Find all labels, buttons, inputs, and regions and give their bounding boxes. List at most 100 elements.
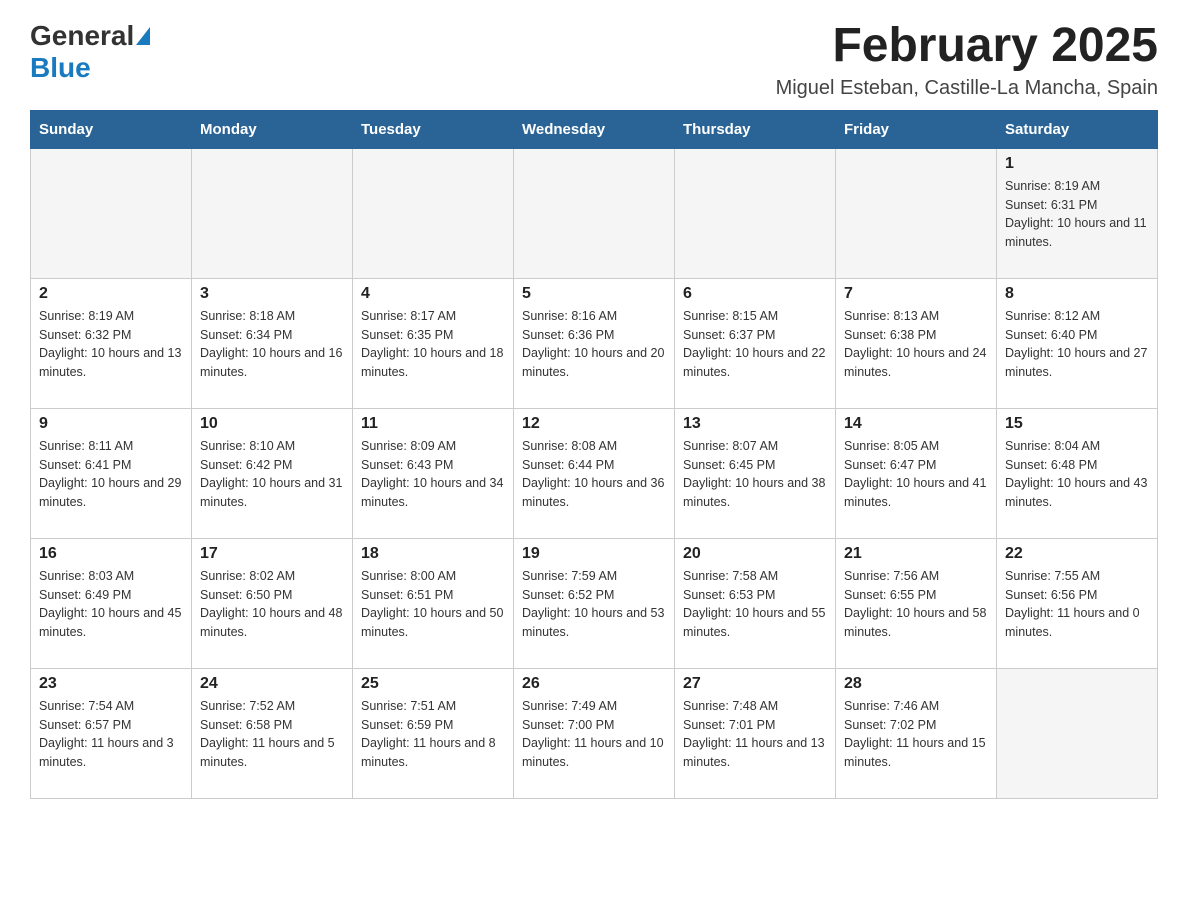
logo: General Blue: [30, 20, 152, 84]
day-info: Sunrise: 8:02 AM Sunset: 6:50 PM Dayligh…: [200, 567, 344, 642]
day-info: Sunrise: 7:54 AM Sunset: 6:57 PM Dayligh…: [39, 697, 183, 772]
day-info: Sunrise: 7:58 AM Sunset: 6:53 PM Dayligh…: [683, 567, 827, 642]
day-number: 17: [200, 545, 344, 563]
day-info: Sunrise: 7:59 AM Sunset: 6:52 PM Dayligh…: [522, 567, 666, 642]
day-number: 19: [522, 545, 666, 563]
day-number: 6: [683, 285, 827, 303]
day-info: Sunrise: 7:51 AM Sunset: 6:59 PM Dayligh…: [361, 697, 505, 772]
day-number: 11: [361, 415, 505, 433]
day-info: Sunrise: 8:03 AM Sunset: 6:49 PM Dayligh…: [39, 567, 183, 642]
day-info: Sunrise: 8:04 AM Sunset: 6:48 PM Dayligh…: [1005, 437, 1149, 512]
day-number: 8: [1005, 285, 1149, 303]
weekday-header-row: SundayMondayTuesdayWednesdayThursdayFrid…: [31, 110, 1158, 148]
day-info: Sunrise: 8:10 AM Sunset: 6:42 PM Dayligh…: [200, 437, 344, 512]
weekday-header-sunday: Sunday: [31, 110, 192, 148]
day-info: Sunrise: 8:15 AM Sunset: 6:37 PM Dayligh…: [683, 307, 827, 382]
calendar-cell: 10 Sunrise: 8:10 AM Sunset: 6:42 PM Dayli…: [192, 408, 353, 538]
day-number: 4: [361, 285, 505, 303]
calendar-cell: 1 Sunrise: 8:19 AM Sunset: 6:31 PM Daylig…: [997, 148, 1158, 278]
day-number: 21: [844, 545, 988, 563]
calendar-cell: 27Sunrise: 7:48 AM Sunset: 7:01 PM Dayli…: [675, 668, 836, 798]
calendar-cell: [836, 148, 997, 278]
day-number: 10: [200, 415, 344, 433]
calendar-cell: 20 Sunrise: 7:58 AM Sunset: 6:53 PM Dayli…: [675, 538, 836, 668]
calendar-cell: [192, 148, 353, 278]
day-number: 9: [39, 415, 183, 433]
calendar-cell: 15 Sunrise: 8:04 AM Sunset: 6:48 PM Dayli…: [997, 408, 1158, 538]
calendar-cell: 4 Sunrise: 8:17 AM Sunset: 6:35 PM Daylig…: [353, 278, 514, 408]
day-info: Sunrise: 7:46 AM Sunset: 7:02 PM Dayligh…: [844, 697, 988, 772]
day-info: Sunrise: 8:09 AM Sunset: 6:43 PM Dayligh…: [361, 437, 505, 512]
day-number: 20: [683, 545, 827, 563]
day-info: Sunrise: 8:12 AM Sunset: 6:40 PM Dayligh…: [1005, 307, 1149, 382]
calendar-cell: 14Sunrise: 8:05 AM Sunset: 6:47 PM Dayli…: [836, 408, 997, 538]
calendar-cell: 24 Sunrise: 7:52 AM Sunset: 6:58 PM Dayli…: [192, 668, 353, 798]
weekday-header-saturday: Saturday: [997, 110, 1158, 148]
calendar-cell: 26Sunrise: 7:49 AM Sunset: 7:00 PM Dayli…: [514, 668, 675, 798]
calendar-cell: 6 Sunrise: 8:15 AM Sunset: 6:37 PM Daylig…: [675, 278, 836, 408]
day-number: 16: [39, 545, 183, 563]
calendar-week-5: 23 Sunrise: 7:54 AM Sunset: 6:57 PM Dayli…: [31, 668, 1158, 798]
day-number: 25: [361, 675, 505, 693]
logo-general-text: General: [30, 20, 134, 52]
day-number: 18: [361, 545, 505, 563]
day-info: Sunrise: 8:08 AM Sunset: 6:44 PM Dayligh…: [522, 437, 666, 512]
calendar-cell: 16 Sunrise: 8:03 AM Sunset: 6:49 PM Dayli…: [31, 538, 192, 668]
day-number: 14: [844, 415, 988, 433]
day-number: 24: [200, 675, 344, 693]
day-number: 23: [39, 675, 183, 693]
day-number: 26: [522, 675, 666, 693]
calendar-cell: [675, 148, 836, 278]
calendar-cell: 11 Sunrise: 8:09 AM Sunset: 6:43 PM Dayli…: [353, 408, 514, 538]
calendar-cell: 17 Sunrise: 8:02 AM Sunset: 6:50 PM Dayli…: [192, 538, 353, 668]
day-number: 2: [39, 285, 183, 303]
calendar-cell: 23 Sunrise: 7:54 AM Sunset: 6:57 PM Dayli…: [31, 668, 192, 798]
calendar-week-4: 16 Sunrise: 8:03 AM Sunset: 6:49 PM Dayli…: [31, 538, 1158, 668]
calendar-cell: 19 Sunrise: 7:59 AM Sunset: 6:52 PM Dayli…: [514, 538, 675, 668]
day-info: Sunrise: 7:48 AM Sunset: 7:01 PM Dayligh…: [683, 697, 827, 772]
day-number: 1: [1005, 155, 1149, 173]
calendar-cell: 7 Sunrise: 8:13 AM Sunset: 6:38 PM Daylig…: [836, 278, 997, 408]
day-info: Sunrise: 8:00 AM Sunset: 6:51 PM Dayligh…: [361, 567, 505, 642]
day-info: Sunrise: 8:19 AM Sunset: 6:32 PM Dayligh…: [39, 307, 183, 382]
day-info: Sunrise: 8:07 AM Sunset: 6:45 PM Dayligh…: [683, 437, 827, 512]
calendar-cell: 9 Sunrise: 8:11 AM Sunset: 6:41 PM Daylig…: [31, 408, 192, 538]
day-info: Sunrise: 8:17 AM Sunset: 6:35 PM Dayligh…: [361, 307, 505, 382]
day-number: 22: [1005, 545, 1149, 563]
day-info: Sunrise: 8:19 AM Sunset: 6:31 PM Dayligh…: [1005, 177, 1149, 252]
day-number: 28: [844, 675, 988, 693]
day-number: 15: [1005, 415, 1149, 433]
calendar-cell: 2 Sunrise: 8:19 AM Sunset: 6:32 PM Daylig…: [31, 278, 192, 408]
day-info: Sunrise: 8:16 AM Sunset: 6:36 PM Dayligh…: [522, 307, 666, 382]
day-number: 7: [844, 285, 988, 303]
month-title: February 2025: [776, 20, 1158, 73]
calendar-cell: 3Sunrise: 8:18 AM Sunset: 6:34 PM Daylig…: [192, 278, 353, 408]
weekday-header-friday: Friday: [836, 110, 997, 148]
calendar-cell: 25 Sunrise: 7:51 AM Sunset: 6:59 PM Dayli…: [353, 668, 514, 798]
weekday-header-tuesday: Tuesday: [353, 110, 514, 148]
calendar-cell: 8 Sunrise: 8:12 AM Sunset: 6:40 PM Daylig…: [997, 278, 1158, 408]
calendar-cell: 12Sunrise: 8:08 AM Sunset: 6:44 PM Dayli…: [514, 408, 675, 538]
calendar-cell: 18 Sunrise: 8:00 AM Sunset: 6:51 PM Dayli…: [353, 538, 514, 668]
calendar-cell: [997, 668, 1158, 798]
calendar-cell: 28 Sunrise: 7:46 AM Sunset: 7:02 PM Dayli…: [836, 668, 997, 798]
calendar-cell: [353, 148, 514, 278]
logo-triangle-icon: [136, 27, 150, 45]
calendar-cell: 5Sunrise: 8:16 AM Sunset: 6:36 PM Daylig…: [514, 278, 675, 408]
weekday-header-wednesday: Wednesday: [514, 110, 675, 148]
page-header: General Blue February 2025 Miguel Esteba…: [30, 20, 1158, 100]
day-info: Sunrise: 8:13 AM Sunset: 6:38 PM Dayligh…: [844, 307, 988, 382]
day-number: 3: [200, 285, 344, 303]
calendar-cell: [31, 148, 192, 278]
weekday-header-monday: Monday: [192, 110, 353, 148]
calendar-week-2: 2 Sunrise: 8:19 AM Sunset: 6:32 PM Daylig…: [31, 278, 1158, 408]
day-info: Sunrise: 7:52 AM Sunset: 6:58 PM Dayligh…: [200, 697, 344, 772]
calendar-cell: 13 Sunrise: 8:07 AM Sunset: 6:45 PM Dayli…: [675, 408, 836, 538]
weekday-header-thursday: Thursday: [675, 110, 836, 148]
calendar-cell: [514, 148, 675, 278]
location-text: Miguel Esteban, Castille-La Mancha, Spai…: [776, 77, 1158, 100]
day-number: 13: [683, 415, 827, 433]
day-info: Sunrise: 8:11 AM Sunset: 6:41 PM Dayligh…: [39, 437, 183, 512]
day-info: Sunrise: 7:55 AM Sunset: 6:56 PM Dayligh…: [1005, 567, 1149, 642]
calendar-week-3: 9 Sunrise: 8:11 AM Sunset: 6:41 PM Daylig…: [31, 408, 1158, 538]
